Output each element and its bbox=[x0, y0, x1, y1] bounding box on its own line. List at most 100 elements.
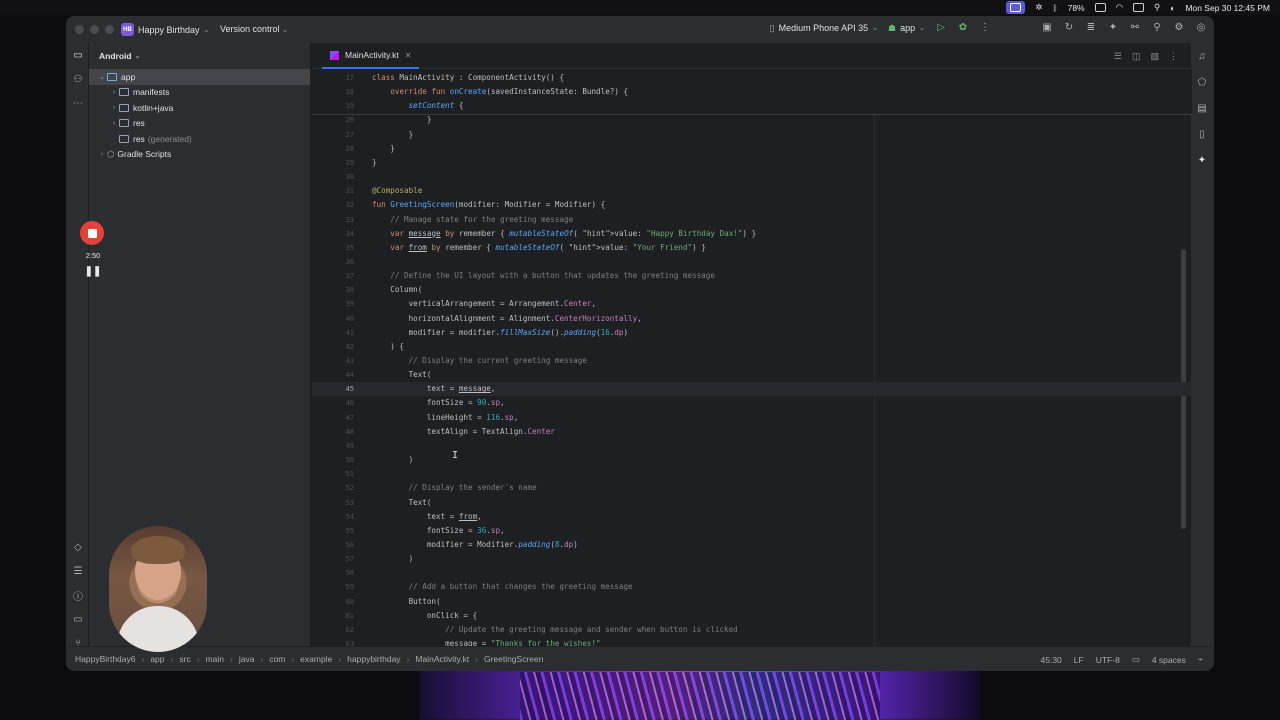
account-icon[interactable]: ◎ bbox=[1195, 22, 1207, 34]
chevron-right-icon[interactable]: › bbox=[109, 89, 119, 96]
code-line[interactable]: 41 modifier = modifier.fillMaxSize().pad… bbox=[312, 326, 1192, 340]
breadcrumb-item[interactable]: happybirthday bbox=[347, 654, 400, 664]
code-line[interactable]: 39 verticalArrangement = Arrangement.Cen… bbox=[312, 297, 1192, 311]
code-editor[interactable]: ✓ I 17class MainActivity : ComponentActi… bbox=[312, 69, 1192, 646]
code-line[interactable]: 35 var from by remember { mutableStateOf… bbox=[312, 241, 1192, 255]
breadcrumb-item[interactable]: example bbox=[300, 654, 332, 664]
code-line[interactable]: 34 var message by remember { mutableStat… bbox=[312, 227, 1192, 241]
breadcrumb-item[interactable]: GreetingScreen bbox=[484, 654, 544, 664]
tree-item-manifests[interactable]: › manifests bbox=[89, 85, 310, 101]
code-line[interactable]: 50 ) bbox=[312, 453, 1192, 467]
code-line[interactable]: 37 // Define the UI layout with a button… bbox=[312, 269, 1192, 283]
run-icon[interactable]: ▷ bbox=[935, 22, 947, 34]
project-folder-icon[interactable]: ▭ bbox=[67, 43, 89, 67]
device-selector[interactable]: ▯ Medium Phone API 35 ⌄ bbox=[770, 23, 878, 34]
breadcrumb-item[interactable]: main bbox=[206, 654, 224, 664]
code-line[interactable]: 38 Column( bbox=[312, 283, 1192, 297]
tab-mainactivity[interactable]: MainActivity.kt ✕ bbox=[322, 43, 420, 69]
code-line[interactable]: 54 text = from, bbox=[312, 510, 1192, 524]
profiler-icon[interactable]: ⚯ bbox=[1129, 22, 1141, 34]
code-line[interactable]: 42 ) { bbox=[312, 340, 1192, 354]
tree-item-kotlin-java[interactable]: › kotlin+java bbox=[89, 100, 310, 116]
breadcrumb-item[interactable]: HappyBirthday6 bbox=[75, 654, 135, 664]
more-icon[interactable]: ⋮ bbox=[979, 22, 991, 34]
run-config-selector[interactable]: ☗ app ⌄ bbox=[888, 23, 925, 34]
battery-icon[interactable] bbox=[1094, 3, 1106, 12]
breadcrumb-item[interactable]: MainActivity.kt bbox=[415, 654, 469, 664]
code-line[interactable]: 47 lineHeight = 116.sp, bbox=[312, 411, 1192, 425]
file-encoding[interactable]: UTF-8 bbox=[1096, 655, 1120, 665]
code-line[interactable]: 48 textAlign = TextAlign.Center bbox=[312, 425, 1192, 439]
tree-item-app[interactable]: ⌄ app bbox=[89, 69, 310, 85]
search-icon[interactable]: ⚲ bbox=[1151, 22, 1163, 34]
indent-setting[interactable]: 4 spaces bbox=[1152, 655, 1186, 665]
search-icon[interactable]: ⚲ bbox=[1154, 2, 1160, 13]
more-tools-icon[interactable]: ⋯ bbox=[67, 91, 89, 115]
screen-record-icon[interactable] bbox=[1006, 1, 1026, 14]
tree-item-res[interactable]: › res bbox=[89, 116, 310, 132]
gear-icon[interactable]: ✲ bbox=[1035, 2, 1042, 13]
breadcrumb-item[interactable]: com bbox=[269, 654, 285, 664]
code-line[interactable]: 29} bbox=[312, 156, 1192, 170]
tree-item-res-generated[interactable]: res (generated) bbox=[89, 131, 310, 147]
code-line[interactable]: 27 } bbox=[312, 128, 1192, 142]
edit-lock-icon[interactable]: ⌁ bbox=[1198, 654, 1203, 665]
bluetooth-icon[interactable]: ᛒ bbox=[1052, 3, 1057, 13]
code-line[interactable]: 60 Button( bbox=[312, 595, 1192, 609]
stop-recording-button[interactable] bbox=[80, 221, 104, 245]
code-line[interactable]: 18 override fun onCreate(savedInstanceSt… bbox=[312, 85, 1192, 99]
code-line[interactable]: 44 Text( bbox=[312, 368, 1192, 382]
zoom-button[interactable] bbox=[105, 25, 114, 34]
design-view-icon[interactable]: ▨ bbox=[1150, 51, 1159, 62]
code-line[interactable]: 33 // Manage state for the greeting mess… bbox=[312, 213, 1192, 227]
version-control-menu[interactable]: Version control ⌄ bbox=[220, 24, 288, 34]
debug-icon[interactable]: ✿ bbox=[957, 22, 969, 34]
device-manager-icon[interactable]: ▣ bbox=[1041, 22, 1053, 34]
gemini-icon[interactable]: ✦ bbox=[1191, 147, 1213, 173]
problems-icon[interactable]: ⓘ bbox=[67, 583, 89, 607]
notifications-icon[interactable]: ♫ bbox=[1191, 43, 1213, 69]
tree-item-gradle-scripts[interactable]: › ⬠ Gradle Scripts bbox=[89, 147, 310, 163]
code-line[interactable]: 55 fontSize = 36.sp, bbox=[312, 524, 1192, 538]
resource-manager-icon[interactable]: ⚇ bbox=[67, 67, 89, 91]
close-icon[interactable]: ✕ bbox=[405, 51, 412, 60]
chevron-down-icon[interactable]: ⌄ bbox=[97, 73, 107, 81]
code-line[interactable]: 19 setContent { bbox=[312, 99, 1192, 113]
build-icon[interactable]: ≣ bbox=[1085, 22, 1097, 34]
device-file-icon[interactable]: ▤ bbox=[1191, 95, 1213, 121]
code-line[interactable]: 28 } bbox=[312, 142, 1192, 156]
clock[interactable]: Mon Sep 30 12:45 PM bbox=[1185, 3, 1270, 13]
wifi-icon[interactable]: ◠ bbox=[1116, 2, 1123, 13]
code-line[interactable]: 46 fontSize = 90.sp, bbox=[312, 396, 1192, 410]
code-line[interactable]: 63 message = "Thanks for the wishes!" bbox=[312, 637, 1192, 646]
code-line[interactable]: 61 onClick = { bbox=[312, 609, 1192, 623]
user-icon[interactable]: ◐ bbox=[1170, 3, 1175, 13]
breadcrumb-item[interactable]: src bbox=[179, 654, 190, 664]
code-line[interactable]: 45 text = message, bbox=[312, 382, 1192, 397]
control-center-icon[interactable] bbox=[1133, 3, 1145, 12]
code-line[interactable]: 26 } bbox=[312, 113, 1192, 127]
chevron-right-icon[interactable]: › bbox=[109, 120, 119, 127]
code-line[interactable]: 59 // Add a button that changes the gree… bbox=[312, 580, 1192, 594]
code-line[interactable]: 49 bbox=[312, 439, 1192, 453]
code-line[interactable]: 43 // Display the current greeting messa… bbox=[312, 354, 1192, 368]
readonly-toggle-icon[interactable]: ▭ bbox=[1132, 654, 1140, 665]
code-line[interactable]: 53 Text( bbox=[312, 496, 1192, 510]
code-line[interactable]: 30 bbox=[312, 170, 1192, 184]
terminal-icon[interactable]: ▭ bbox=[67, 607, 89, 631]
code-line[interactable]: 17 class MainActivity : ComponentActivity… bbox=[312, 71, 1192, 85]
logcat-icon[interactable]: ☰ bbox=[67, 559, 89, 583]
gradle-icon[interactable]: ⬠ bbox=[1191, 69, 1213, 95]
project-selector[interactable]: HB Happy Birthday ⌄ bbox=[121, 23, 209, 36]
code-line[interactable]: 62 // Update the greeting message and se… bbox=[312, 623, 1192, 637]
code-line[interactable]: 58 bbox=[312, 566, 1192, 580]
minimize-button[interactable] bbox=[90, 25, 99, 34]
sync-icon[interactable]: ↻ bbox=[1063, 22, 1075, 34]
running-devices-icon[interactable]: ▯ bbox=[1191, 121, 1213, 147]
line-ending[interactable]: LF bbox=[1074, 655, 1084, 665]
code-line[interactable]: 51 bbox=[312, 467, 1192, 481]
plugin-icon[interactable]: ✦ bbox=[1107, 22, 1119, 34]
breadcrumb-item[interactable]: java bbox=[239, 654, 255, 664]
code-line[interactable]: 56 modifier = Modifier.padding(8.dp) bbox=[312, 538, 1192, 552]
code-line[interactable]: 57 ) bbox=[312, 552, 1192, 566]
